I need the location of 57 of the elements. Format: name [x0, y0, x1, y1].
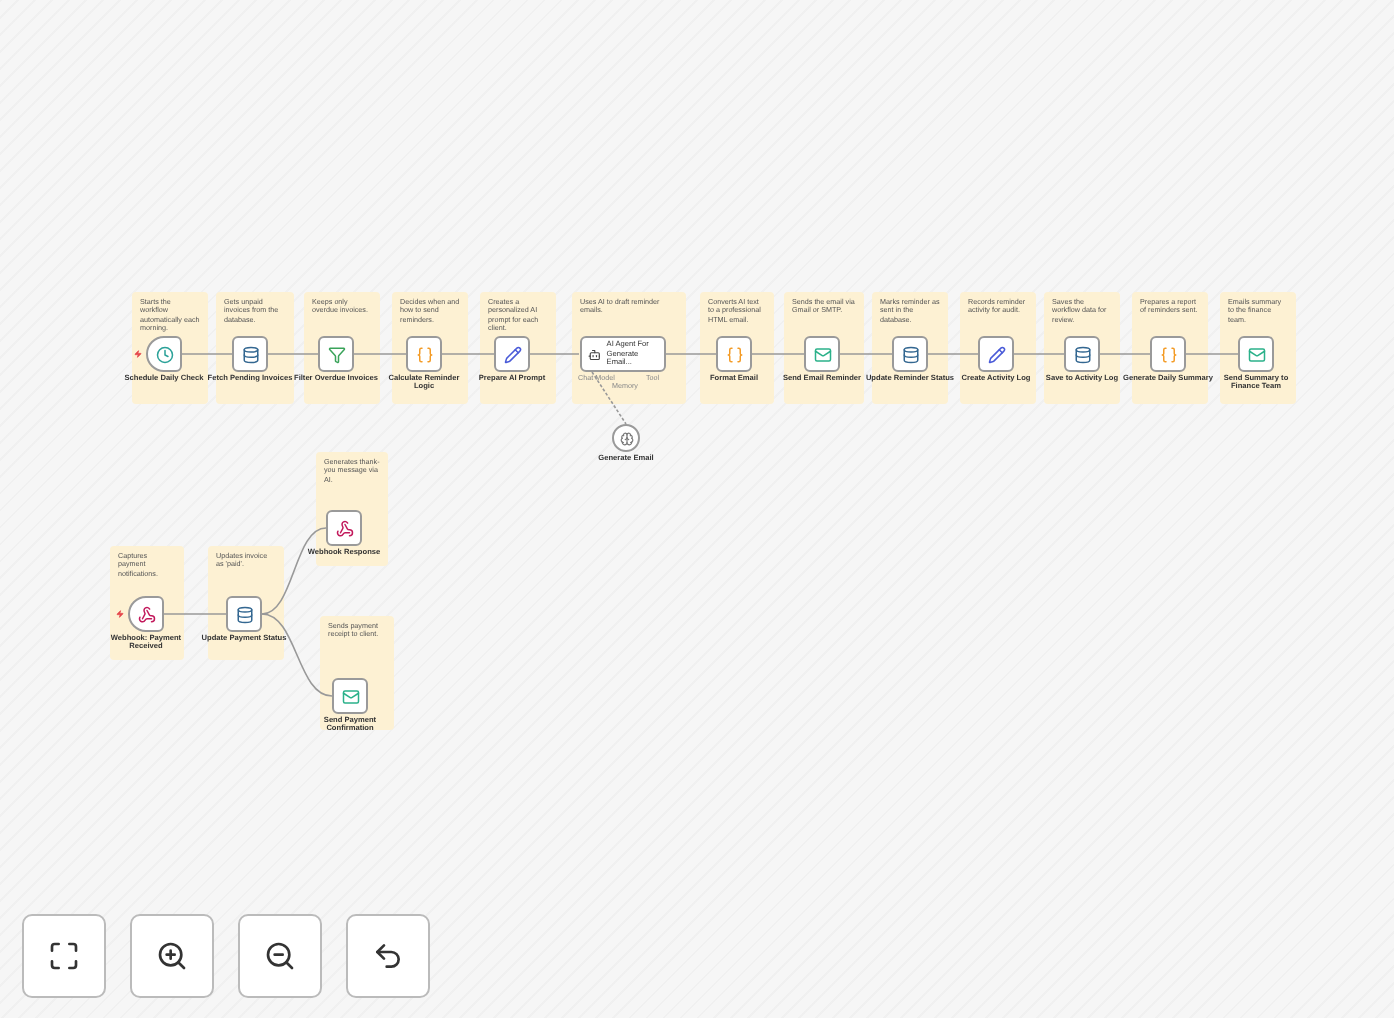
- undo-icon: [372, 940, 404, 972]
- robot-icon: [587, 347, 601, 361]
- workflow-node[interactable]: [1150, 336, 1186, 372]
- zoom-in-button[interactable]: [130, 914, 214, 998]
- workflow-node[interactable]: [1064, 336, 1100, 372]
- pencil-icon: [987, 345, 1005, 363]
- database-icon: [241, 345, 259, 363]
- connection-line: [1013, 353, 1065, 355]
- workflow-node[interactable]: [332, 678, 368, 714]
- workflow-node[interactable]: [1238, 336, 1274, 372]
- braces-icon: [1159, 345, 1177, 363]
- model-node[interactable]: [612, 424, 640, 452]
- bolt-icon: [134, 350, 142, 358]
- braces-icon: [415, 345, 433, 363]
- workflow-node[interactable]: [232, 336, 268, 372]
- workflow-node[interactable]: [716, 336, 752, 372]
- connection-line: [839, 353, 893, 355]
- mail-icon: [1247, 345, 1265, 363]
- connection-line: [163, 613, 227, 615]
- workflow-node[interactable]: [406, 336, 442, 372]
- connection-line: [927, 353, 979, 355]
- database-icon: [235, 605, 253, 623]
- webhook-icon: [137, 605, 155, 623]
- filter-icon: [327, 345, 345, 363]
- zoom-out-icon: [264, 940, 296, 972]
- workflow-node[interactable]: [146, 336, 182, 372]
- connection-line: [181, 353, 233, 355]
- workflow-node[interactable]: [494, 336, 530, 372]
- fit-view-icon: [48, 940, 80, 972]
- braces-icon: [725, 345, 743, 363]
- workflow-node[interactable]: [128, 596, 164, 632]
- connection-line: [1099, 353, 1151, 355]
- connection-line: [664, 353, 717, 355]
- workflow-node[interactable]: [804, 336, 840, 372]
- database-icon: [1073, 345, 1091, 363]
- pencil-icon: [503, 345, 521, 363]
- zoom-out-button[interactable]: [238, 914, 322, 998]
- workflow-node[interactable]: [326, 510, 362, 546]
- mail-icon: [813, 345, 831, 363]
- workflow-node[interactable]: [978, 336, 1014, 372]
- workflow-node[interactable]: [226, 596, 262, 632]
- zoom-in-icon: [156, 940, 188, 972]
- workflow-node[interactable]: [892, 336, 928, 372]
- bolt-icon: [116, 610, 124, 618]
- brain-icon: [619, 431, 633, 445]
- connection-line: [751, 353, 805, 355]
- clock-icon: [155, 345, 173, 363]
- connection-line: [267, 353, 319, 355]
- mail-icon: [341, 687, 359, 705]
- webhook-icon: [335, 519, 353, 537]
- database-icon: [901, 345, 919, 363]
- connection-line: [353, 353, 407, 355]
- connection-line: [529, 353, 580, 355]
- connection-line: [441, 353, 495, 355]
- undo-button[interactable]: [346, 914, 430, 998]
- connection-line: [1185, 353, 1239, 355]
- workflow-node[interactable]: [318, 336, 354, 372]
